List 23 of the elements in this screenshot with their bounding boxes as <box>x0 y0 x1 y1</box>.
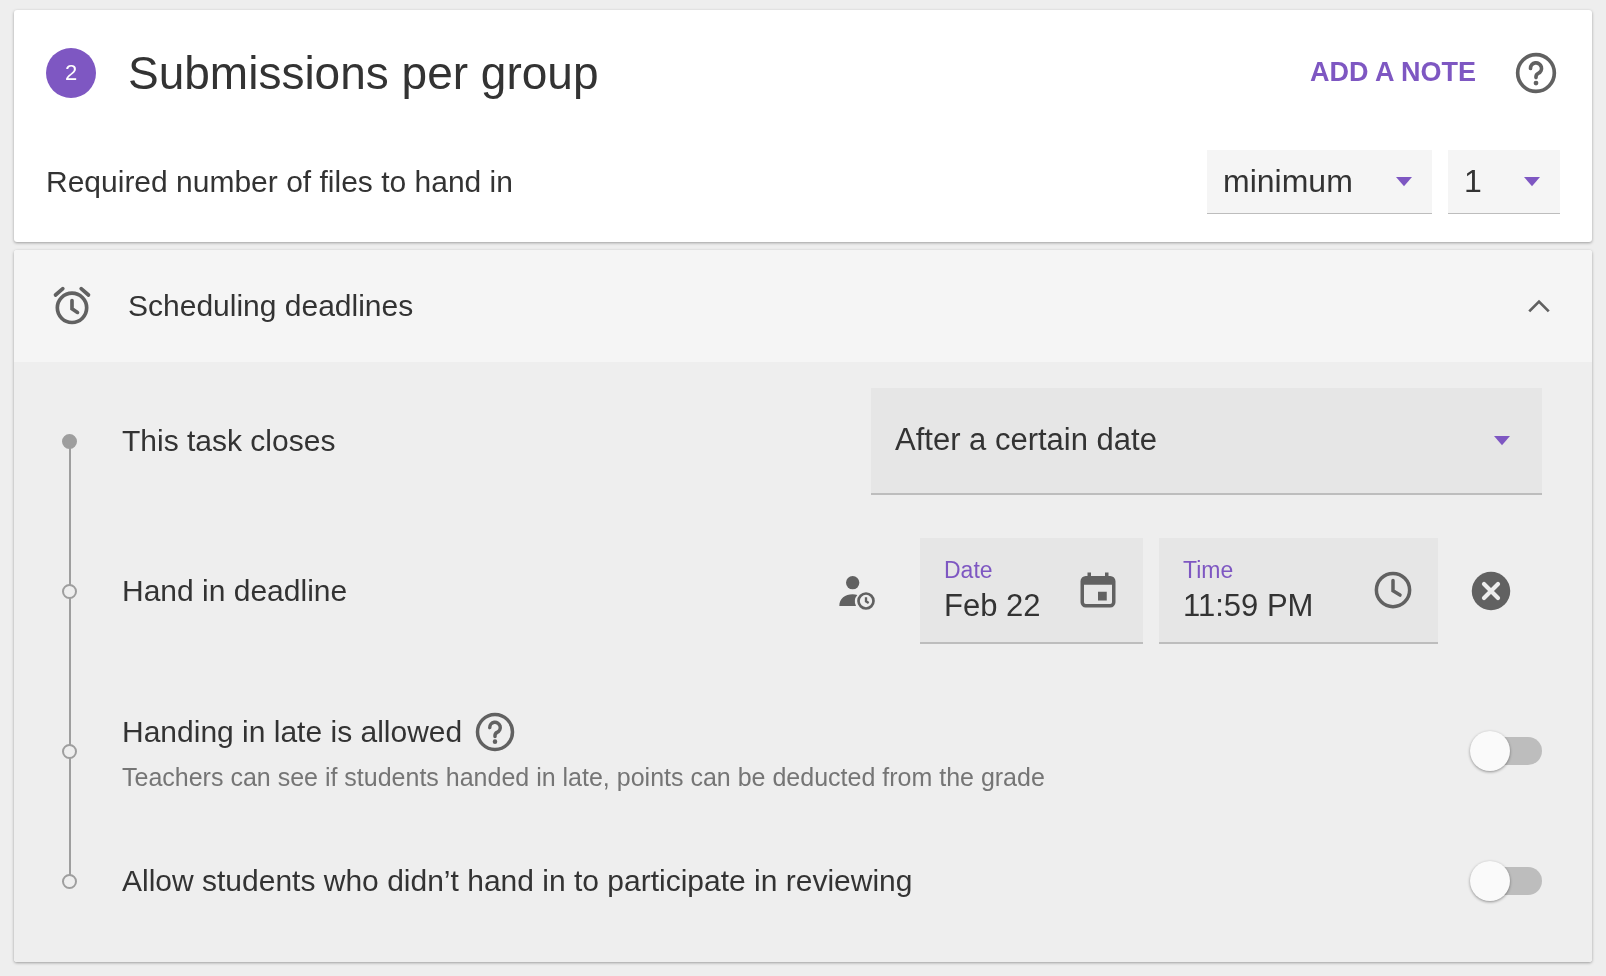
section-title: Submissions per group <box>128 45 599 100</box>
closing-dropdown[interactable]: After a certain date <box>871 387 1542 495</box>
panel-title: Scheduling deadlines <box>128 289 414 323</box>
help-icon[interactable] <box>1514 50 1558 95</box>
toggle-switch[interactable] <box>1470 859 1542 903</box>
clear-icon[interactable] <box>1470 570 1512 612</box>
mode-dropdown[interactable]: minimum <box>1207 149 1432 214</box>
field-label: Required number of files to hand in <box>46 164 513 199</box>
row-label: Allow students who didn’t hand in to participate in reviewing <box>122 864 913 898</box>
count-dropdown[interactable]: 1 <box>1448 149 1560 214</box>
add-note-button[interactable]: ADD A NOTE <box>1306 51 1480 94</box>
row-label: Handing in late is allowed <box>122 714 463 749</box>
panel-header[interactable]: Scheduling deadlines <box>14 250 1592 362</box>
step-number-badge: 2 <box>46 47 96 98</box>
help-icon[interactable] <box>474 710 517 753</box>
date-field[interactable]: Date Feb 22 <box>920 538 1143 644</box>
time-field[interactable]: Time 11:59 PM <box>1159 538 1438 644</box>
chevron-up-icon[interactable] <box>1526 298 1552 314</box>
row-label: This task closes <box>122 424 336 458</box>
row-label: Hand in deadline <box>122 574 348 608</box>
row-description: Teachers can see if students handed in late, points can be deducted from the grade <box>122 762 1045 792</box>
clock-icon[interactable] <box>1372 569 1414 611</box>
toggle-switch[interactable] <box>1470 729 1542 773</box>
